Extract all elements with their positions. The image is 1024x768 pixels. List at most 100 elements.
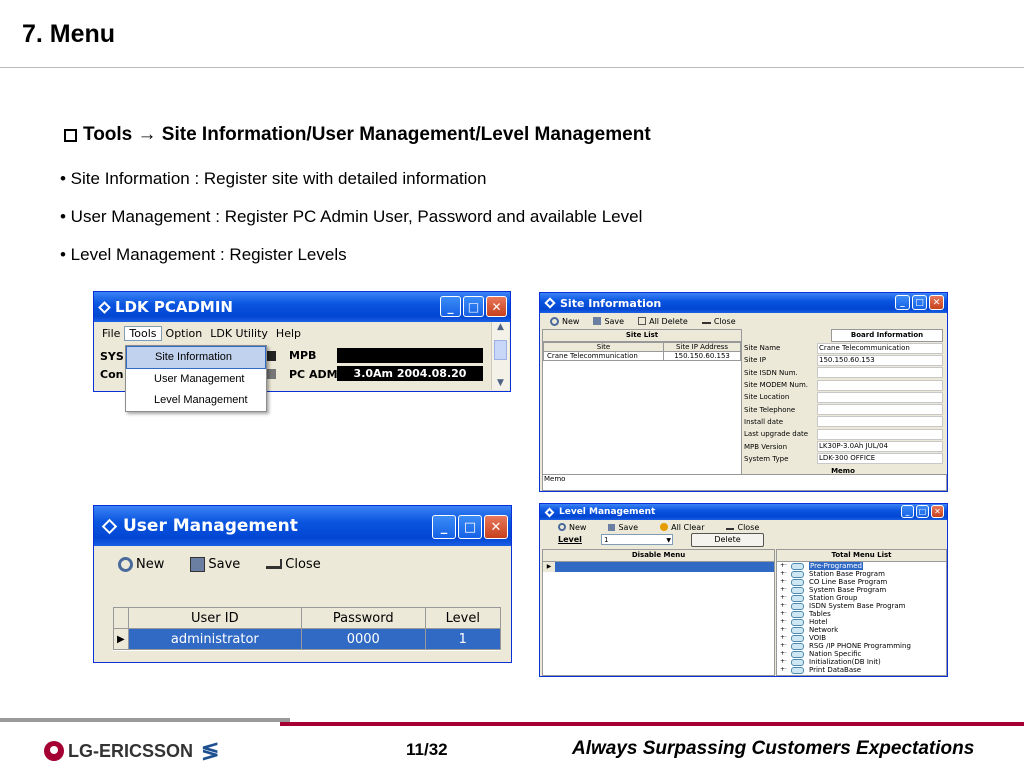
tree-item[interactable]: +· CO Line Base Program [780,578,946,586]
delete-button[interactable]: Delete [691,533,764,547]
table-row[interactable]: ▶ administrator 0000 1 [113,628,502,650]
close-toolbar-button[interactable]: Close [266,557,321,572]
expand-icon[interactable]: +· [780,570,789,578]
minimize-button[interactable]: _ [901,505,914,518]
tree-item-label: CO Line Base Program [809,578,888,586]
new-button[interactable]: New [550,316,579,326]
maximize-button[interactable]: □ [916,505,929,518]
minimize-button[interactable]: _ [895,295,910,310]
tree-item[interactable]: +· RSG /IP PHONE Programming [780,642,946,650]
field-input[interactable] [817,379,943,391]
expand-icon[interactable]: +· [780,618,789,626]
expand-icon[interactable]: +· [780,586,789,594]
expand-icon[interactable]: +· [780,666,789,674]
tree-item[interactable]: +· Nation Specific [780,650,946,658]
field-input[interactable] [817,367,943,379]
expand-icon[interactable]: +· [780,634,789,642]
vertical-scrollbar[interactable]: ▲ ▼ [491,322,509,390]
menu-ldk-utility[interactable]: LDK Utility [206,327,272,340]
tree-item[interactable]: +· Station Group [780,594,946,602]
menu-tools[interactable]: Tools [124,325,162,341]
row-labels: SYS Con [100,348,124,384]
column-header-password[interactable]: Password [300,607,426,629]
field-input[interactable] [817,404,943,416]
expand-icon[interactable]: +· [780,610,789,618]
new-button[interactable]: New [558,523,586,532]
expand-icon[interactable]: +· [780,602,789,610]
menu-file[interactable]: File [98,327,124,340]
chevron-down-icon[interactable]: ▼ [666,535,671,546]
page-number: 11/32 [406,740,448,759]
tree-item[interactable]: +· Initialization(DB Init) [780,658,946,666]
menu-item-level-management[interactable]: Level Management [126,390,266,411]
field-input[interactable]: LK30P-3.0Ah JUL/04 [817,441,943,453]
menu-item-user-management[interactable]: User Management [126,369,266,390]
expand-icon[interactable]: +· [780,594,789,602]
close-toolbar-button[interactable]: Close [701,317,736,326]
field-input[interactable]: LDK-300 OFFICE [817,453,943,465]
tree-item[interactable]: +· System Base Program [780,586,946,594]
field-label: Site Name [744,344,781,353]
level-select[interactable]: 1 ▼ [601,534,673,545]
new-button[interactable]: New [118,556,164,572]
user-grid: User ID Password Level ▶ administrator 0… [113,607,502,651]
close-button[interactable]: ✕ [931,505,944,518]
exit-icon [266,559,283,569]
tree-item[interactable]: +· Tables [780,610,946,618]
all-clear-button[interactable]: All Clear [660,523,704,532]
maximize-button[interactable]: □ [463,296,484,317]
scroll-thumb[interactable] [494,340,507,360]
menu-item-site-information[interactable]: Site Information [126,346,266,369]
tree-item[interactable]: +· Station Base Program [780,570,946,578]
mpb-value-box [337,348,483,363]
close-label: Close [737,522,760,532]
tree-item-label: RSG /IP PHONE Programming [809,642,911,650]
expand-icon[interactable]: +· [780,658,789,666]
scroll-down-icon[interactable]: ▼ [492,378,509,388]
expand-icon[interactable]: +· [780,642,789,650]
tree-item[interactable]: +· VOIB [780,634,946,642]
expand-icon[interactable]: +· [780,578,789,586]
column-header-site-ip[interactable]: Site IP Address [663,342,741,352]
all-delete-button[interactable]: All Delete [638,317,688,326]
bullet-site-information: • Site Information : Register site with … [60,169,487,188]
tree-item[interactable]: +· ISDN System Base Program [780,602,946,610]
expand-icon[interactable]: +· [780,650,789,658]
menu-option[interactable]: Option [162,327,207,340]
field-input[interactable]: 150.150.60.153 [817,354,943,366]
memo-field[interactable]: Memo [542,474,947,491]
field-input[interactable] [817,428,943,440]
maximize-button[interactable]: □ [912,295,927,310]
close-button[interactable]: ✕ [486,296,507,317]
column-header-site[interactable]: Site [542,342,665,352]
expand-icon[interactable]: +· [780,626,789,634]
close-button[interactable]: ✕ [929,295,944,310]
expand-icon[interactable]: +· [780,562,789,570]
tree-item[interactable]: +· Network [780,626,946,634]
maximize-button[interactable]: □ [458,515,482,539]
column-header-user-id[interactable]: User ID [127,607,302,629]
minimize-button[interactable]: _ [432,515,456,539]
close-button[interactable]: ✕ [484,515,508,539]
field-label: Last upgrade date [744,430,809,439]
tree-item[interactable]: +· Pre-Programed [780,562,946,570]
close-toolbar-button[interactable]: Close [726,523,759,532]
exit-icon [701,318,711,324]
tree-item-label: Initialization(DB Init) [809,658,881,666]
field-label: MPB Version [744,442,788,451]
minimize-button[interactable]: _ [440,296,461,317]
field-input[interactable]: Crane Telecommunication [817,342,943,354]
scroll-up-icon[interactable]: ▲ [492,322,509,338]
save-button[interactable]: Save [190,556,240,572]
column-header-level[interactable]: Level [424,607,502,629]
board-info-row: Site IP 150.150.60.153 [743,354,943,366]
disable-menu-selected-row[interactable]: ▶ [543,562,774,572]
field-input[interactable] [817,391,943,403]
save-button[interactable]: Save [593,317,624,326]
field-input[interactable] [817,416,943,428]
table-row[interactable]: Crane Telecommunication 150.150.60.153 [542,351,741,361]
save-button[interactable]: Save [608,523,638,532]
tree-item[interactable]: +· Print DataBase [780,666,946,674]
menu-help[interactable]: Help [272,327,305,340]
tree-item[interactable]: +· Hotel [780,618,946,626]
